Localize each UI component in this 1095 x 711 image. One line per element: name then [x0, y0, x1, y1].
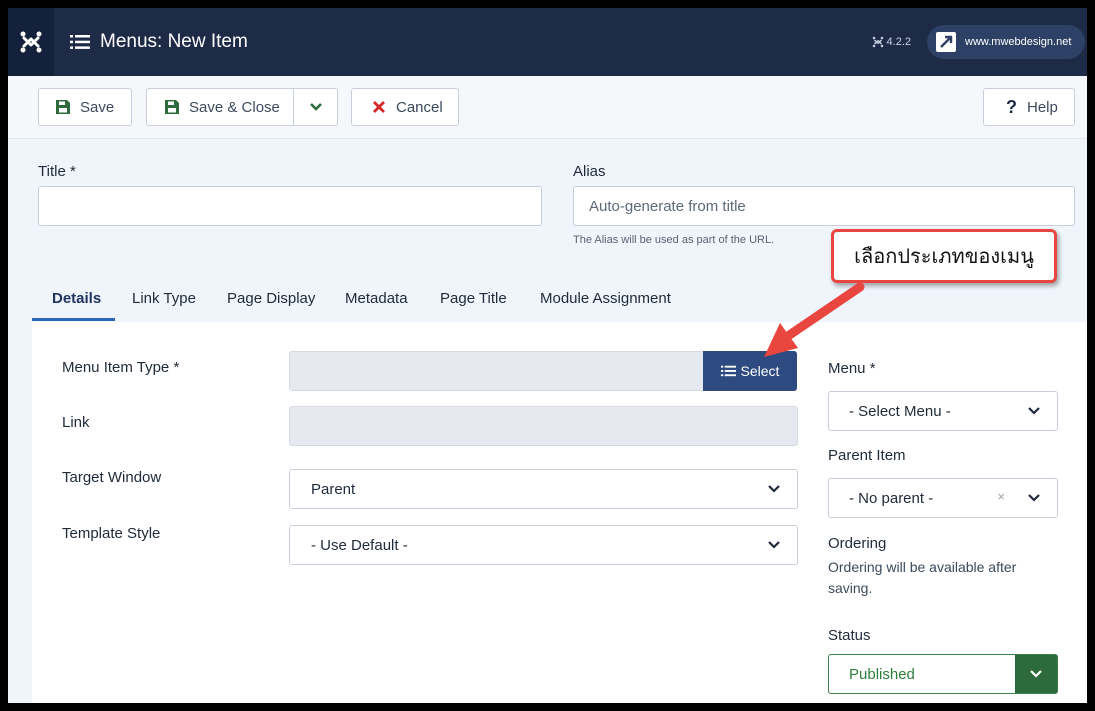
chevron-down-icon: [310, 103, 322, 111]
status-value: Published: [849, 665, 915, 683]
app-window: Menus: New Item 4.2.2 www.mwebdesign.net: [8, 8, 1087, 703]
close-icon: [373, 101, 385, 113]
external-link-icon: [936, 32, 956, 52]
version-number: 4.2.2: [886, 36, 911, 48]
link-input: [289, 406, 798, 446]
menu-item-type-label: Menu Item Type *: [62, 359, 180, 376]
tab-page-display[interactable]: Page Display: [227, 290, 315, 307]
chevron-down-icon: [768, 541, 780, 549]
details-panel: Menu Item Type * Select Link Target Wind…: [32, 322, 1087, 703]
annotation-callout: เลือกประเภทของเมนู: [831, 229, 1057, 283]
save-icon: [56, 100, 70, 114]
help-label: Help: [1027, 98, 1058, 116]
tab-bar: Details Link Type Page Display Metadata …: [32, 284, 1087, 323]
template-style-value: - Use Default -: [311, 536, 408, 554]
save-button[interactable]: Save: [38, 88, 132, 126]
chevron-down-icon: [1028, 494, 1040, 502]
target-window-value: Parent: [311, 480, 356, 498]
joomla-logo[interactable]: [8, 8, 54, 76]
ordering-note: Ordering will be available after saving.: [828, 559, 1017, 596]
alias-hint: The Alias will be used as part of the UR…: [573, 234, 775, 246]
page-title: Menus: New Item: [100, 31, 248, 52]
chevron-down-icon: [1028, 407, 1040, 415]
parent-item-value: - No parent -: [849, 489, 934, 507]
template-style-label: Template Style: [62, 525, 161, 542]
cancel-button[interactable]: Cancel: [351, 88, 459, 126]
save-dropdown-toggle[interactable]: [294, 89, 338, 125]
status-select[interactable]: Published: [828, 654, 1058, 694]
target-window-select[interactable]: Parent: [289, 469, 798, 509]
select-button-label: Select: [740, 363, 780, 379]
list-icon: [720, 365, 736, 377]
list-icon: [70, 35, 90, 49]
chevron-down-icon: [1030, 670, 1042, 678]
menu-label: Menu *: [828, 360, 876, 377]
joomla-small-icon: [872, 36, 883, 48]
link-label: Link: [62, 414, 90, 431]
title-input[interactable]: [38, 186, 542, 226]
tab-page-title[interactable]: Page Title: [440, 290, 507, 307]
joomla-icon: [20, 31, 42, 53]
version-info: 4.2.2: [872, 36, 911, 48]
cancel-label: Cancel: [396, 98, 443, 116]
alias-input[interactable]: Auto-generate from title: [573, 186, 1075, 226]
save-close-button[interactable]: Save & Close: [147, 89, 311, 125]
menu-item-type-input: [289, 351, 705, 391]
save-close-group: Save & Close: [146, 88, 338, 126]
annotation-text: เลือกประเภทของเมนู: [854, 246, 1034, 268]
template-style-select[interactable]: - Use Default -: [289, 525, 798, 565]
header-bar: Menus: New Item 4.2.2 www.mwebdesign.net: [8, 8, 1087, 76]
alias-label: Alias: [573, 163, 606, 180]
site-link-button[interactable]: www.mwebdesign.net: [927, 25, 1085, 59]
tab-metadata[interactable]: Metadata: [345, 290, 408, 307]
save-close-label: Save & Close: [189, 98, 280, 116]
menu-select[interactable]: - Select Menu -: [828, 391, 1058, 431]
tab-details[interactable]: Details: [52, 290, 101, 307]
save-label: Save: [80, 98, 115, 116]
help-button[interactable]: ? Help: [983, 88, 1075, 126]
site-link-text: www.mwebdesign.net: [965, 36, 1072, 48]
help-icon: ?: [1006, 96, 1017, 117]
toolbar: Save Save & Close Cancel ? Help: [8, 76, 1087, 139]
menu-select-value: - Select Menu -: [849, 402, 951, 420]
tab-module-assignment[interactable]: Module Assignment: [540, 290, 671, 307]
status-dropdown-toggle: [1015, 655, 1057, 693]
save-icon: [165, 100, 179, 114]
parent-item-label: Parent Item: [828, 447, 906, 464]
target-window-label: Target Window: [62, 469, 162, 486]
parent-item-select[interactable]: - No parent - ×: [828, 478, 1058, 518]
tab-link-type[interactable]: Link Type: [132, 290, 196, 307]
chevron-down-icon: [768, 485, 780, 493]
status-label: Status: [828, 627, 871, 644]
ordering-label: Ordering: [828, 535, 887, 552]
clear-selection-icon[interactable]: ×: [997, 489, 1005, 504]
active-tab-indicator: [32, 318, 115, 321]
title-label: Title *: [38, 163, 76, 180]
select-menu-type-button[interactable]: Select: [703, 351, 797, 391]
